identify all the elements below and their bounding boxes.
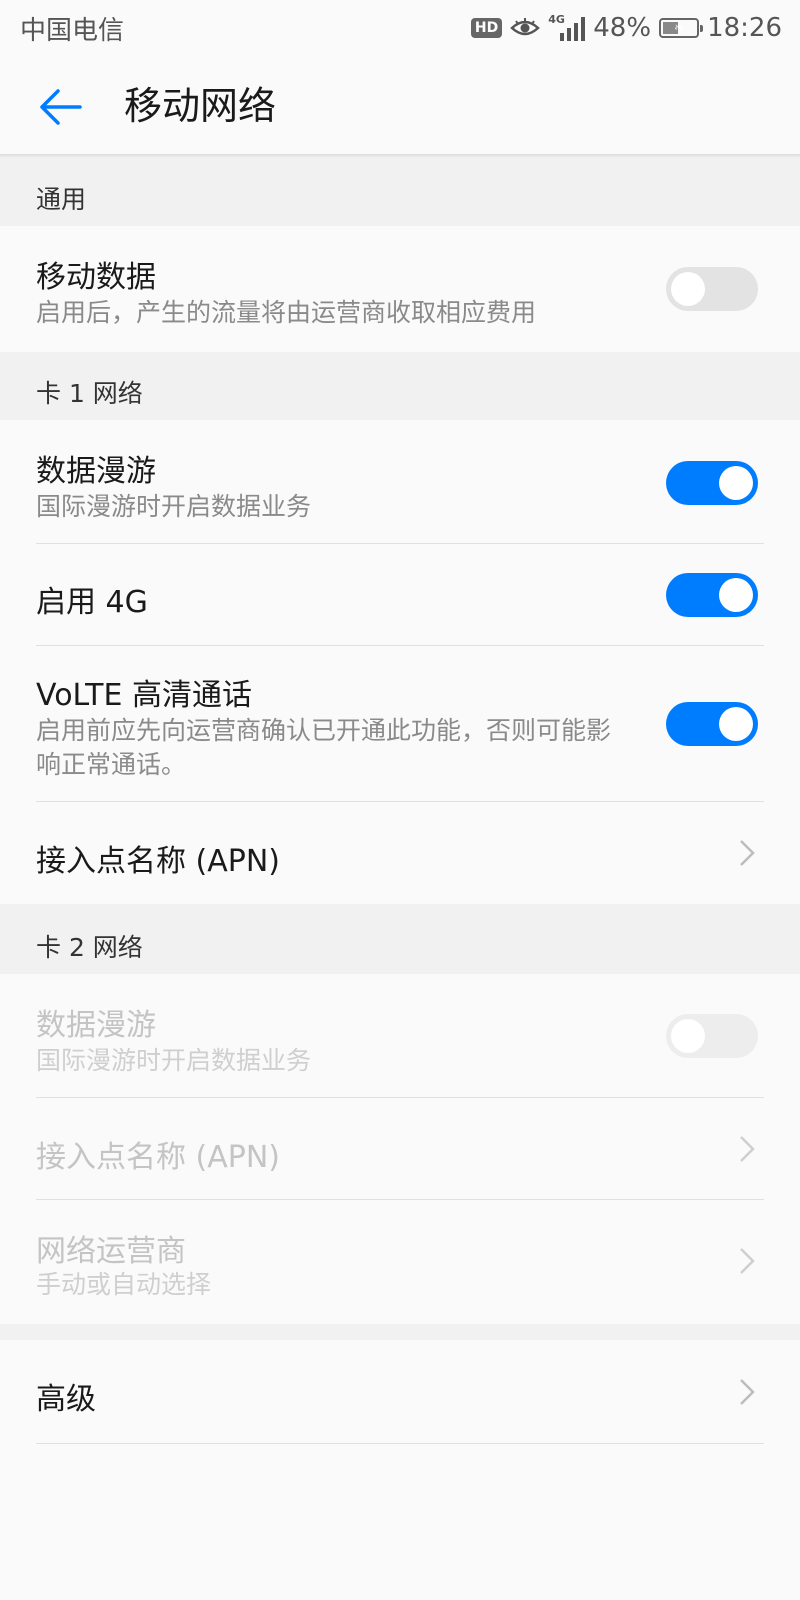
battery-percent: 48% xyxy=(593,13,652,43)
clock: 18:26 xyxy=(707,13,782,43)
volte-row[interactable]: VoLTE 高清通话 启用前应先向运营商确认已开通此功能，否则可能影响正常通话。 xyxy=(0,646,800,802)
arrow-left-icon[interactable] xyxy=(38,84,84,130)
status-bar: 中国电信 HD 4G 48% ❧ 18:26 xyxy=(0,0,800,56)
status-icons: HD 4G 48% ❧ 18:26 xyxy=(470,13,782,43)
section-header-sim2: 卡 2 网络 xyxy=(0,904,800,974)
mobile-data-title: 移动数据 xyxy=(36,260,156,295)
chevron-right-icon xyxy=(740,1136,755,1162)
page-title: 移动网络 xyxy=(124,84,277,128)
advanced-row[interactable]: 高级 xyxy=(0,1340,800,1444)
battery-icon: ❧ xyxy=(659,18,704,38)
sim1-apn-row[interactable]: 接入点名称 (APN) xyxy=(0,802,800,904)
network-type-label: 4G xyxy=(548,13,565,26)
enable-4g-title: 启用 4G xyxy=(36,585,148,620)
app-bar: 移动网络 xyxy=(0,56,800,156)
chevron-right-icon xyxy=(740,1248,755,1274)
sim2-operator-title: 网络运营商 xyxy=(36,1234,186,1269)
sim1-data-roaming-row[interactable]: 数据漫游 国际漫游时开启数据业务 xyxy=(0,420,800,544)
sim1-data-roaming-subtitle: 国际漫游时开启数据业务 xyxy=(36,492,312,521)
advanced-title: 高级 xyxy=(36,1382,96,1417)
hd-icon: HD xyxy=(470,18,503,38)
sim2-data-roaming-toggle[interactable] xyxy=(666,1014,758,1058)
mobile-data-row[interactable]: 移动数据 启用后，产生的流量将由运营商收取相应费用 xyxy=(0,226,800,352)
sim2-apn-row[interactable]: 接入点名称 (APN) xyxy=(0,1098,800,1200)
sim2-data-roaming-subtitle: 国际漫游时开启数据业务 xyxy=(36,1046,312,1075)
section-header-general: 通用 xyxy=(0,158,800,226)
section-header-sim1: 卡 1 网络 xyxy=(0,352,800,420)
volte-title: VoLTE 高清通话 xyxy=(36,678,252,713)
sim2-data-roaming-row[interactable]: 数据漫游 国际漫游时开启数据业务 xyxy=(0,974,800,1098)
enable-4g-toggle[interactable] xyxy=(666,573,758,617)
section-spacer xyxy=(0,1324,800,1340)
volte-subtitle: 启用前应先向运营商确认已开通此功能，否则可能影响正常通话。 xyxy=(36,716,612,779)
eye-comfort-icon xyxy=(510,18,541,36)
carrier-label: 中国电信 xyxy=(20,15,125,46)
divider xyxy=(36,1443,764,1444)
sim2-operator-subtitle: 手动或自动选择 xyxy=(36,1270,212,1299)
chevron-right-icon xyxy=(740,840,755,866)
signal-strength-icon: 4G xyxy=(548,13,586,41)
sim2-operator-row[interactable]: 网络运营商 手动或自动选择 xyxy=(0,1200,800,1324)
sim2-apn-title: 接入点名称 (APN) xyxy=(36,1140,280,1175)
power-saving-leaf-icon: ❧ xyxy=(674,21,685,36)
chevron-right-icon xyxy=(740,1379,755,1405)
sim1-data-roaming-title: 数据漫游 xyxy=(36,454,156,489)
mobile-data-subtitle: 启用后，产生的流量将由运营商收取相应费用 xyxy=(36,298,537,327)
sim1-apn-title: 接入点名称 (APN) xyxy=(36,844,280,879)
volte-toggle[interactable] xyxy=(666,702,758,746)
mobile-data-toggle[interactable] xyxy=(666,267,758,311)
sim1-data-roaming-toggle[interactable] xyxy=(666,461,758,505)
sim2-data-roaming-title: 数据漫游 xyxy=(36,1008,156,1043)
enable-4g-row[interactable]: 启用 4G xyxy=(0,544,800,646)
